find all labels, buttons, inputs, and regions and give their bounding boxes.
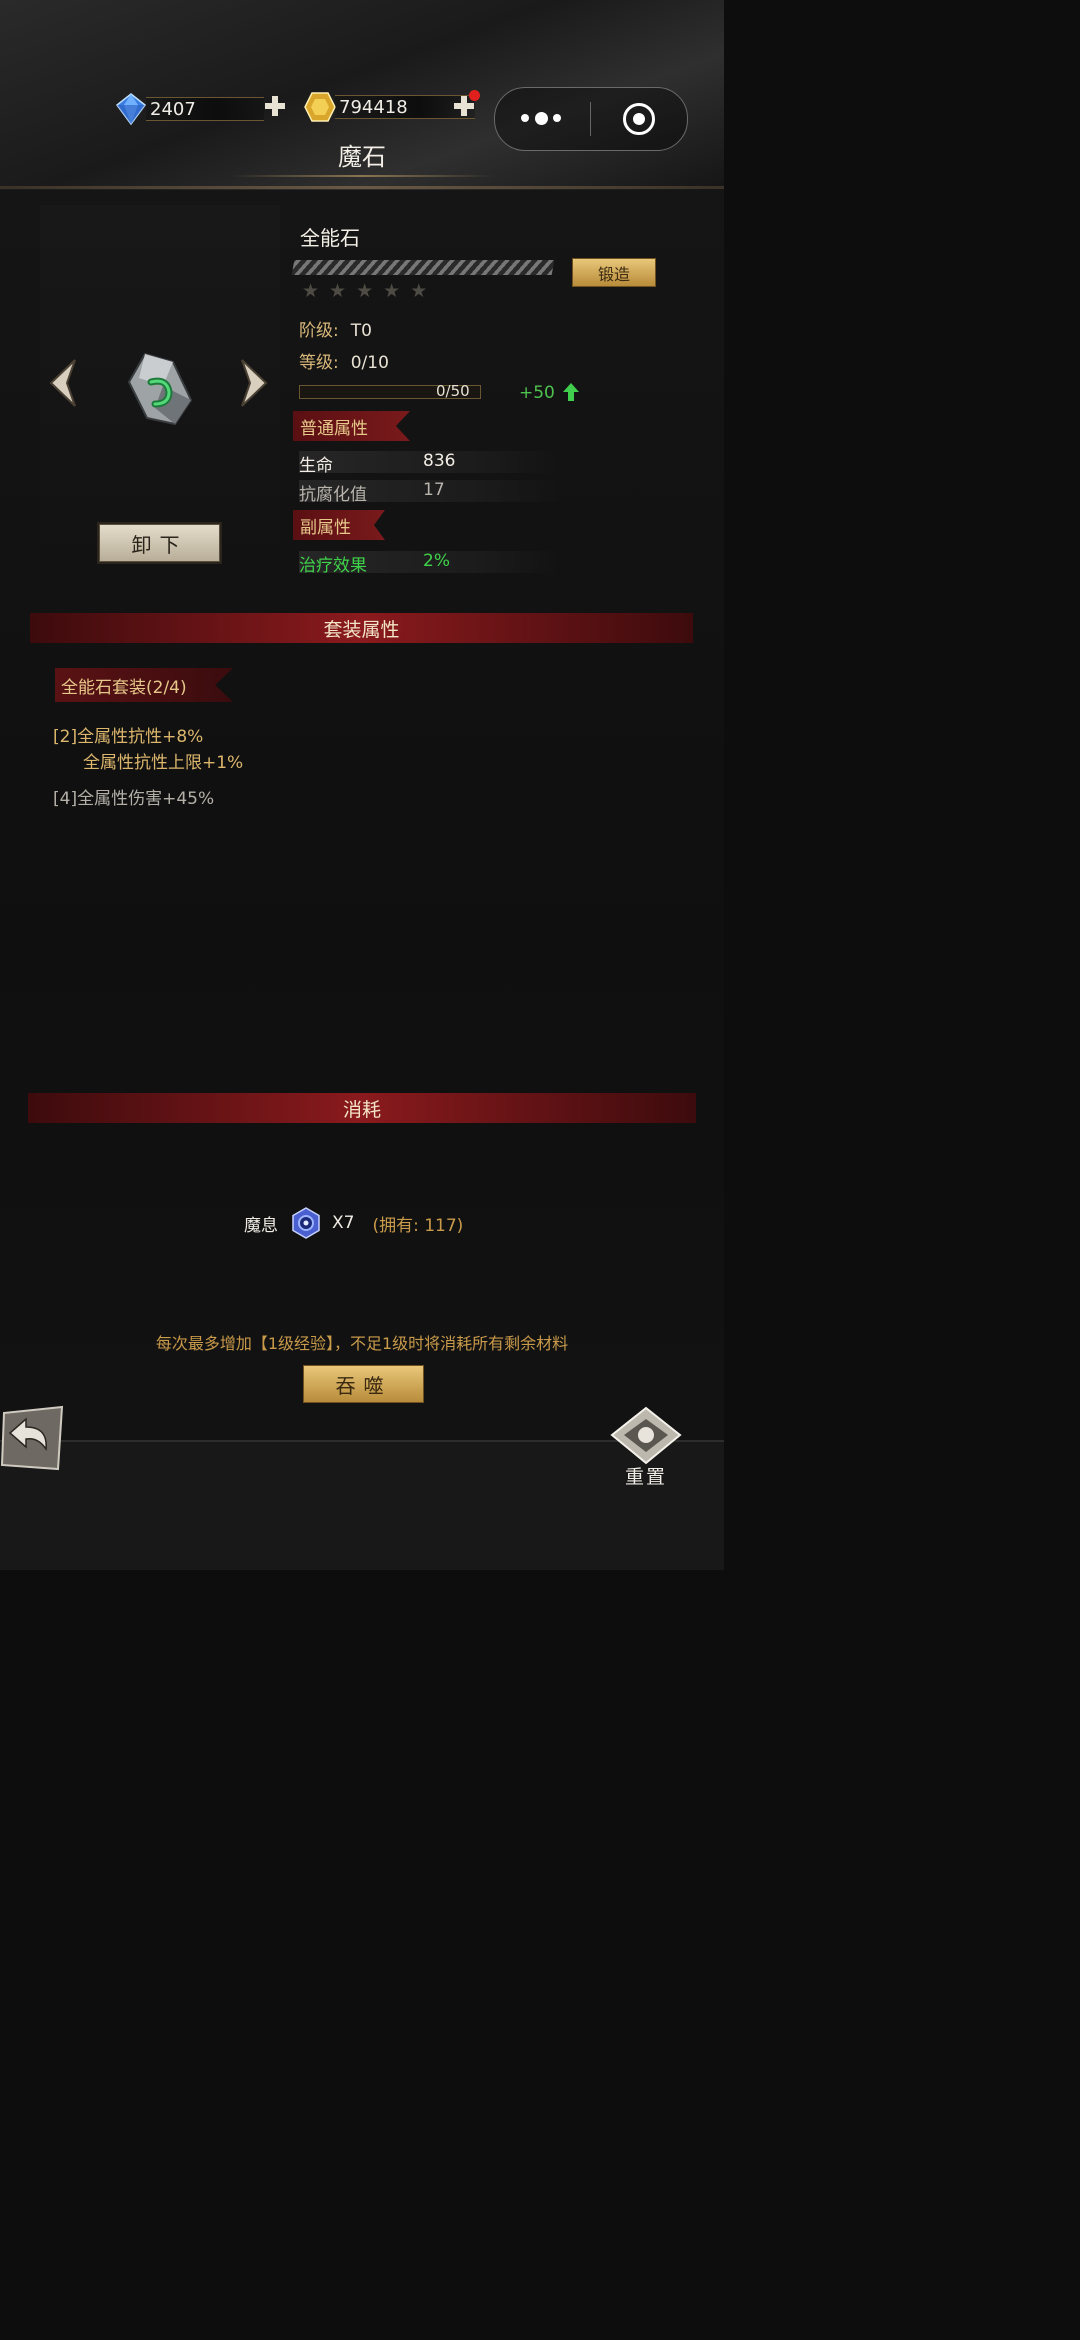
gold-resource: 794418 [303,90,475,124]
tier-label: 阶级: [299,321,339,341]
name-decoration [291,260,555,275]
star-rating: ★ ★ ★ ★ ★ [302,282,427,301]
star-icon: ★ [383,280,401,302]
gold-crystal-icon [304,92,336,122]
close-target-icon[interactable] [623,103,655,135]
gold-count: 794418 [339,96,408,118]
notification-dot [469,90,480,101]
devour-button[interactable]: 吞噬 [303,1365,424,1403]
reset-button[interactable]: 重置 [608,1405,684,1489]
tier-effect: 全属性抗性+8% [77,727,204,747]
star-icon: ★ [302,280,320,302]
magic-stone-icon [127,352,193,426]
exp-text: 0/50 [436,382,470,400]
more-icon[interactable] [521,110,561,126]
level-label: 等级: [299,353,339,373]
reset-label: 重置 [624,1466,667,1488]
set-tier-2: [2]全属性抗性+8% [53,722,203,747]
tier-row: 阶级: T0 [299,316,372,341]
set-name-tag: 全能石套装(2/4) [55,668,233,702]
star-icon: ★ [329,280,347,302]
stat-row-anticorrupt: 抗腐化值 17 [299,480,561,505]
page-title: 魔石 [338,143,386,171]
diamond-bar: 2407 [146,97,264,121]
unequip-button[interactable]: 卸下 [99,524,220,562]
stat-name: 生命 [299,456,333,476]
level-row: 等级: 0/10 [299,348,389,373]
set-tier-2-extra: 全属性抗性上限+1% [83,753,244,773]
stat-name: 治疗效果 [299,556,367,576]
sub-attributes-header: 副属性 [293,510,385,540]
set-tier-4: [4]全属性伤害+45% [53,784,214,809]
tier-tag: [2] [53,727,78,747]
material-name: 魔息 [244,1215,278,1236]
diamond-resource: 2407 [114,92,264,126]
tier-tag: [4] [53,789,78,809]
reset-icon [610,1406,682,1465]
item-name: 全能石 [300,226,360,250]
add-diamond-button[interactable] [263,94,287,118]
stat-name: 抗腐化值 [299,485,367,505]
capsule-divider [590,102,591,136]
tier-value: T0 [350,321,372,341]
stat-value: 2% [423,551,450,571]
previous-arrow-icon[interactable] [45,358,81,408]
forge-button[interactable]: 锻造 [572,258,656,287]
set-bonus-header: 套装属性 [30,613,693,643]
stat-row-life: 生命 836 [299,451,561,476]
stat-row-healing: 治疗效果 2% [299,551,561,576]
material-qty: X7 [332,1213,355,1233]
tier-effect: 全属性伤害+45% [77,789,215,809]
star-icon: ★ [356,280,374,302]
magic-breath-icon[interactable] [290,1207,322,1239]
exp-bonus: +50 [519,383,555,403]
header-divider [0,186,724,189]
title-underline [230,175,494,177]
diamond-count: 2407 [150,98,196,120]
material-owned: (拥有: 117) [372,1215,464,1236]
next-arrow-icon[interactable] [236,358,272,408]
blue-crystal-icon [115,93,147,126]
star-icon: ★ [410,280,428,302]
level-value: 0/10 [350,353,389,373]
up-arrow-icon [563,383,579,401]
exp-notice: 每次最多增加【1级经验】，不足1级时将消耗所有剩余材料 [155,1334,569,1353]
consume-header: 消耗 [28,1093,696,1123]
stat-value: 836 [423,451,456,471]
cost-row: 魔息 X7 (拥有: 117) [244,1207,463,1239]
stat-value: 17 [423,480,445,500]
basic-attributes-header: 普通属性 [293,411,410,441]
back-button-icon[interactable] [0,1405,66,1473]
